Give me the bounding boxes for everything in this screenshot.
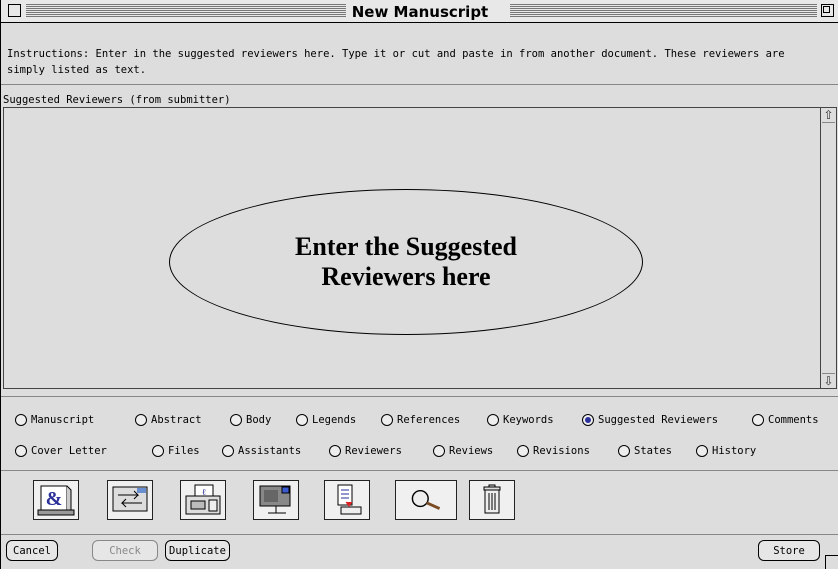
radio-label: Revisions <box>533 445 590 457</box>
scroll-up-arrow-icon[interactable]: ⇧ <box>822 108 835 123</box>
radio-label: Suggested Reviewers <box>598 414 719 426</box>
radio-label: Files <box>168 445 200 457</box>
section-radio-group: Manuscript Abstract Body Legends Referen… <box>1 396 838 468</box>
title-stripes-right <box>510 4 817 17</box>
radio-dot-icon <box>381 414 393 426</box>
radio-dot-icon <box>487 414 499 426</box>
radio-label: Comments <box>768 414 819 426</box>
radio-files[interactable]: Files <box>152 445 200 457</box>
radio-revisions[interactable]: Revisions <box>517 445 590 457</box>
window-title: New Manuscript <box>345 3 495 21</box>
scroll-down-arrow-icon[interactable]: ⇩ <box>822 373 835 388</box>
transfer-icon[interactable] <box>107 480 153 520</box>
radio-dot-icon <box>329 445 341 457</box>
radio-label: Cover Letter <box>31 445 107 457</box>
vertical-scrollbar[interactable]: ⇧ ⇩ <box>820 108 836 388</box>
title-stripes-left <box>26 4 362 17</box>
document-export-icon[interactable] <box>324 480 370 520</box>
print-fax-icon[interactable]: ℓ <box>180 480 226 520</box>
radio-states[interactable]: States <box>618 445 672 457</box>
radio-label: Abstract <box>151 414 202 426</box>
radio-dot-icon <box>296 414 308 426</box>
radio-dot-icon <box>15 414 27 426</box>
resize-grow-icon[interactable] <box>825 555 838 569</box>
radio-label: States <box>634 445 672 457</box>
radio-legends[interactable]: Legends <box>296 414 356 426</box>
store-button[interactable]: Store <box>758 540 820 561</box>
suggested-reviewers-label: Suggested Reviewers (from submitter) <box>3 94 231 106</box>
radio-label: Assistants <box>238 445 302 457</box>
radio-dot-icon <box>433 445 445 457</box>
radio-label: Manuscript <box>31 414 95 426</box>
radio-assistants[interactable]: Assistants <box>222 445 301 457</box>
action-toolbar: & ℓ <box>1 470 838 533</box>
cancel-button[interactable]: Cancel <box>6 540 58 561</box>
radio-cover-letter[interactable]: Cover Letter <box>15 445 107 457</box>
radio-label: Body <box>246 414 272 426</box>
radio-reviewers[interactable]: Reviewers <box>329 445 402 457</box>
zoom-box-icon[interactable] <box>821 4 834 17</box>
radio-dot-icon <box>222 445 234 457</box>
radio-label: Legends <box>312 414 357 426</box>
close-box-icon[interactable] <box>8 4 21 17</box>
radio-label: History <box>712 445 757 457</box>
radio-comments[interactable]: Comments <box>752 414 819 426</box>
radio-history[interactable]: History <box>696 445 756 457</box>
radio-dot-selected-icon <box>582 414 594 426</box>
radio-dot-icon <box>517 445 529 457</box>
radio-dot-icon <box>152 445 164 457</box>
radio-body[interactable]: Body <box>230 414 271 426</box>
radio-dot-icon <box>752 414 764 426</box>
magnifier-icon[interactable] <box>395 480 457 520</box>
button-bar: Cancel Check Duplicate Store <box>1 534 838 569</box>
radio-dot-icon <box>135 414 147 426</box>
radio-label: References <box>397 414 461 426</box>
radio-abstract[interactable]: Abstract <box>135 414 202 426</box>
svg-text:&: & <box>46 488 63 510</box>
radio-dot-icon <box>230 414 242 426</box>
radio-dot-icon <box>618 445 630 457</box>
radio-keywords[interactable]: Keywords <box>487 414 554 426</box>
ampersand-doc-icon[interactable]: & <box>33 480 79 520</box>
duplicate-button[interactable]: Duplicate <box>165 540 230 561</box>
radio-label: Reviews <box>449 445 494 457</box>
radio-label: Reviewers <box>345 445 402 457</box>
radio-label: Keywords <box>503 414 554 426</box>
radio-dot-icon <box>696 445 708 457</box>
instructions-panel: Instructions: Enter in the suggested rev… <box>1 23 838 85</box>
callout-line-2: Reviewers here <box>321 262 491 291</box>
radio-suggested-reviewers[interactable]: Suggested Reviewers <box>582 414 718 426</box>
radio-manuscript[interactable]: Manuscript <box>15 414 94 426</box>
radio-references[interactable]: References <box>381 414 460 426</box>
check-button[interactable]: Check <box>92 540 158 561</box>
manuscript-window: New Manuscript Instructions: Enter in th… <box>0 0 838 569</box>
mail-server-icon[interactable] <box>253 480 299 520</box>
radio-reviews[interactable]: Reviews <box>433 445 493 457</box>
radio-dot-icon <box>15 445 27 457</box>
callout-line-1: Enter the Suggested <box>295 232 517 261</box>
instruction-callout: Enter the Suggested Reviewers here <box>169 189 643 335</box>
trash-icon[interactable] <box>469 480 515 520</box>
instructions-text: Instructions: Enter in the suggested rev… <box>7 48 785 76</box>
title-bar[interactable]: New Manuscript <box>1 0 838 23</box>
